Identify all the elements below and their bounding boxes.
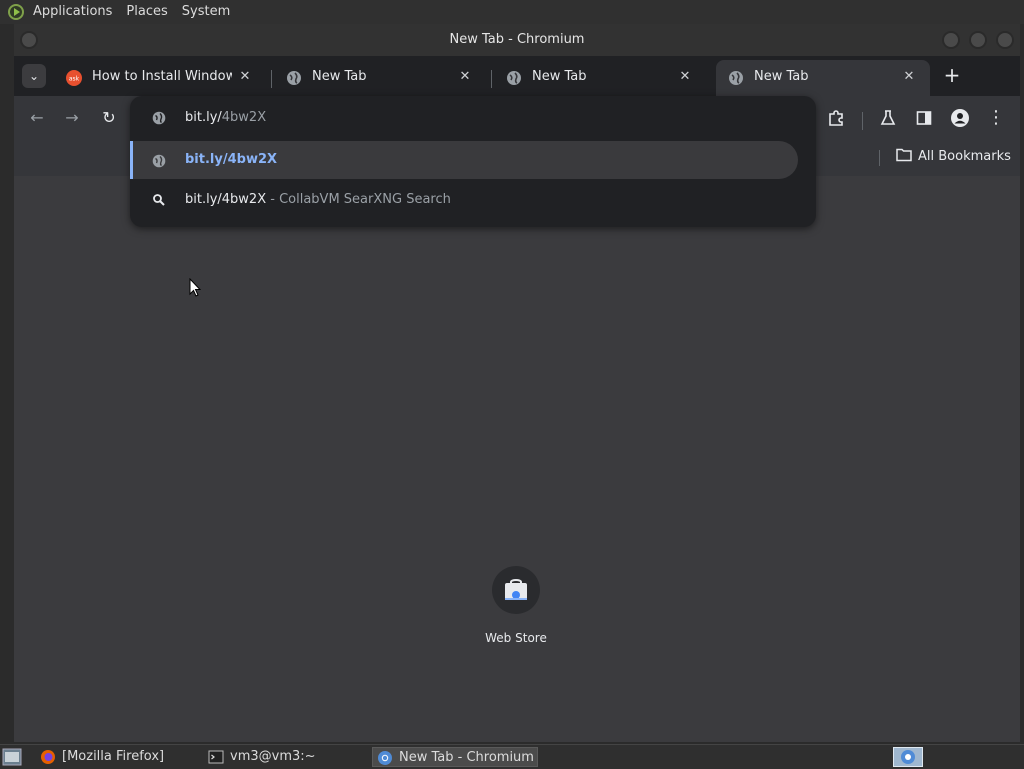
globe-icon: [152, 111, 166, 125]
flask-icon: [880, 110, 896, 125]
suggestion-search: bit.ly/4bw2X - CollabVM SearXNG Search: [185, 192, 451, 207]
omnibox-autocomplete-text: 4bw2X: [221, 110, 267, 125]
suggestion-engine: - CollabVM SearXNG Search: [266, 192, 451, 207]
taskbar-item-label: New Tab - Chromium: [399, 750, 534, 765]
close-icon[interactable]: ✕: [900, 68, 918, 86]
taskbar-item-label: vm3@vm3:~: [230, 749, 316, 764]
tab-3[interactable]: New Tab ✕: [494, 60, 706, 96]
omnibox-typed-text: bit.ly/: [185, 110, 222, 125]
tab-separator: [271, 70, 272, 88]
tab-search-button[interactable]: ⌄: [22, 64, 46, 88]
taskbar-item-terminal[interactable]: vm3@vm3:~: [204, 747, 364, 767]
omnibox-popup: bit.ly/4bw2X bit.ly/4bw2X bit.ly/4bw2X -…: [130, 96, 816, 227]
selection-indicator: [130, 141, 133, 179]
tab-2[interactable]: New Tab ✕: [274, 60, 486, 96]
search-icon: [153, 194, 165, 206]
tab-separator: [491, 70, 492, 88]
globe-icon: [152, 154, 166, 168]
web-store-icon: [505, 579, 527, 600]
bookmarks-separator: [879, 150, 880, 166]
close-window-button[interactable]: [996, 31, 1014, 49]
folder-icon: [896, 148, 912, 162]
taskbar: [Mozilla Firefox] vm3@vm3:~ New Tab - Ch…: [0, 744, 1024, 769]
extensions-button[interactable]: [824, 106, 848, 130]
new-tab-page: Web Store: [14, 176, 1020, 742]
globe-icon: [729, 71, 743, 85]
distro-logo-icon[interactable]: [8, 4, 24, 20]
taskbar-item-chromium[interactable]: New Tab - Chromium: [372, 747, 538, 767]
firefox-icon: [41, 750, 55, 764]
globe-icon: [287, 71, 301, 85]
taskbar-item-label: [Mozilla Firefox]: [62, 749, 165, 764]
close-icon[interactable]: ✕: [676, 68, 694, 86]
chromium-icon: [901, 750, 915, 764]
arrow-left-icon: ←: [30, 108, 44, 127]
window-menu-button[interactable]: [20, 31, 38, 49]
toolbar-separator: [862, 112, 863, 130]
taskbar-item-firefox[interactable]: [Mozilla Firefox]: [36, 747, 196, 767]
side-panel-icon: [916, 111, 932, 125]
chevron-down-icon: ⌄: [28, 69, 40, 83]
tab-strip: ⌄ ask How to Install Windows Media Playe…: [14, 56, 1020, 96]
tab-title: How to Install Windows Media Player: [92, 69, 232, 84]
ask-icon: ask: [66, 70, 82, 86]
minimize-button[interactable]: [942, 31, 960, 49]
tab-1[interactable]: ask How to Install Windows Media Player …: [54, 60, 266, 96]
puzzle-icon: [829, 110, 843, 126]
forward-button[interactable]: →: [60, 106, 84, 130]
all-bookmarks-button[interactable]: All Bookmarks: [896, 148, 1011, 168]
system-menu[interactable]: System: [175, 0, 237, 24]
mouse-cursor-icon: [189, 278, 201, 297]
omnibox-suggestion-2[interactable]: bit.ly/4bw2X - CollabVM SearXNG Search: [130, 180, 816, 220]
window-titlebar[interactable]: New Tab - Chromium: [14, 24, 1020, 56]
reload-icon: ↻: [102, 108, 116, 127]
tab-title: New Tab: [312, 69, 367, 84]
window-title: New Tab - Chromium: [449, 32, 585, 47]
omnibox-input-row[interactable]: bit.ly/4bw2X: [130, 98, 816, 138]
avatar-icon: [951, 109, 969, 127]
omnibox-input[interactable]: bit.ly/4bw2X: [185, 110, 266, 125]
globe-icon: [507, 71, 521, 85]
terminal-icon: [208, 750, 224, 764]
desktop-top-panel: Applications Places System: [0, 0, 1024, 24]
suggestion-url: bit.ly/4bw2X: [185, 152, 278, 167]
tab-title: New Tab: [532, 69, 587, 84]
web-store-label: Web Store: [485, 631, 547, 645]
back-button[interactable]: ←: [25, 106, 49, 130]
all-bookmarks-label: All Bookmarks: [918, 149, 1011, 164]
new-tab-button[interactable]: +: [938, 62, 966, 90]
reload-button[interactable]: ↻: [97, 106, 121, 130]
web-store-shortcut[interactable]: [492, 566, 540, 614]
omnibox-suggestion-1[interactable]: bit.ly/4bw2X: [130, 141, 816, 181]
tab-4-active[interactable]: New Tab ✕: [716, 60, 930, 96]
labs-button[interactable]: [876, 106, 900, 130]
arrow-right-icon: →: [65, 108, 79, 127]
side-panel-button[interactable]: [912, 106, 936, 130]
maximize-button[interactable]: [969, 31, 987, 49]
tab-title: New Tab: [754, 69, 809, 84]
show-desktop-icon[interactable]: [2, 748, 22, 766]
workspace-switcher[interactable]: [893, 747, 923, 767]
chromium-icon: [378, 751, 392, 765]
close-icon[interactable]: ✕: [236, 68, 254, 86]
close-icon[interactable]: ✕: [456, 68, 474, 86]
plus-icon: +: [943, 63, 961, 87]
svg-text:ask: ask: [69, 76, 80, 83]
more-vertical-icon: ⋮: [987, 107, 1005, 128]
places-menu[interactable]: Places: [119, 0, 174, 24]
suggestion-query: bit.ly/4bw2X: [185, 192, 267, 207]
applications-menu[interactable]: Applications: [26, 0, 119, 24]
profile-button[interactable]: [948, 106, 972, 130]
menu-button[interactable]: ⋮: [984, 106, 1008, 130]
